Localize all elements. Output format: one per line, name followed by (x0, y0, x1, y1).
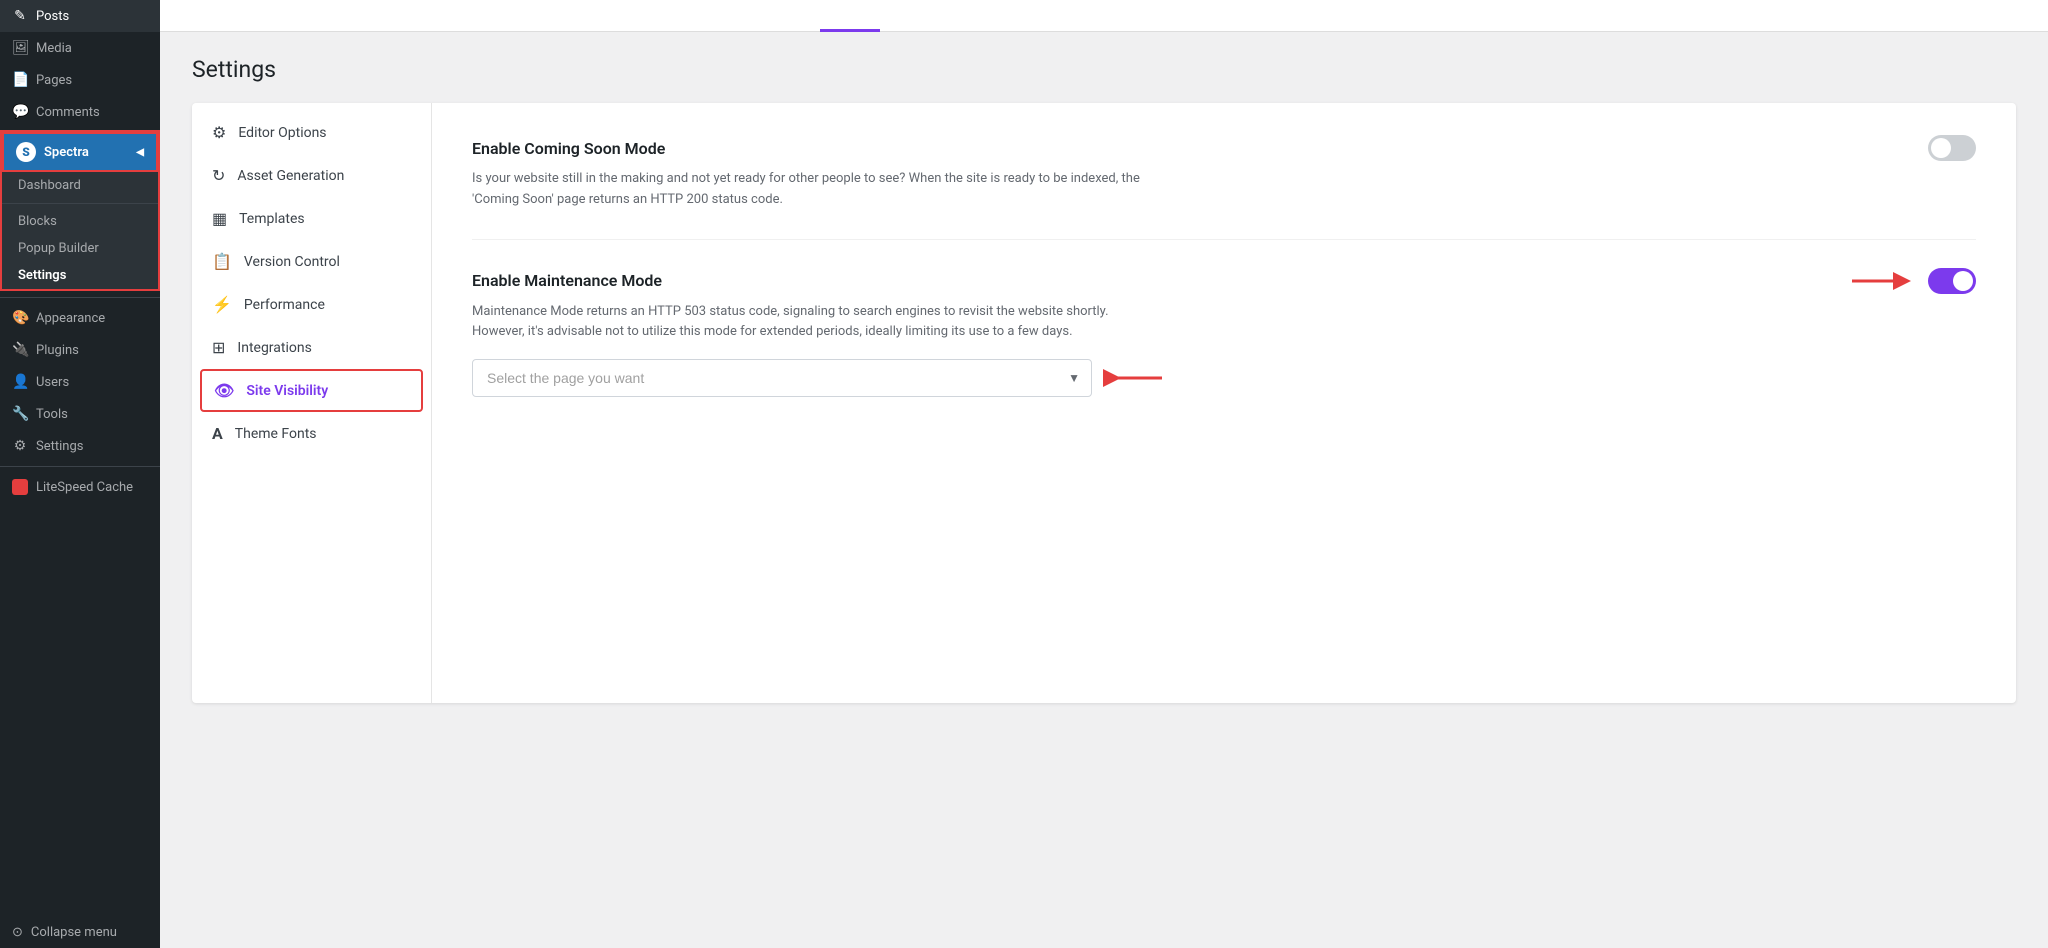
maintenance-mode-toggle[interactable] (1928, 268, 1976, 294)
version-control-icon: 📋 (212, 252, 232, 271)
content-area: Settings ⚙ Editor Options ↻ Asset Genera… (160, 32, 2048, 948)
templates-icon: ▦ (212, 209, 227, 228)
litespeed-icon (12, 479, 28, 495)
nav-item-version-control[interactable]: 📋 Version Control (192, 240, 431, 283)
maintenance-mode-slider (1928, 268, 1976, 294)
sidebar-item-plugins[interactable]: 🔌 Plugins (0, 334, 160, 366)
tools-icon: 🔧 (12, 406, 28, 422)
settings-content: Enable Coming Soon Mode Is your website … (432, 103, 2016, 703)
comments-icon: 💬 (12, 104, 28, 120)
coming-soon-slider (1928, 135, 1976, 161)
settings-panel: ⚙ Editor Options ↻ Asset Generation ▦ Te… (192, 103, 2016, 703)
sidebar-item-dashboard[interactable]: Dashboard (2, 172, 158, 199)
maintenance-mode-header: Enable Maintenance Mode (472, 268, 1976, 294)
settings-icon: ⚙ (12, 438, 28, 454)
editor-options-icon: ⚙ (212, 123, 226, 142)
coming-soon-row: Enable Coming Soon Mode Is your website … (472, 135, 1976, 240)
coming-soon-title: Enable Coming Soon Mode (472, 139, 665, 158)
collapse-menu-button[interactable]: ⊙ Collapse menu (0, 917, 160, 948)
page-select[interactable]: Select the page you want (472, 359, 1092, 397)
nav-item-performance[interactable]: ⚡ Performance (192, 283, 431, 326)
integrations-icon: ⊞ (212, 338, 225, 357)
pages-icon: 📄 (12, 72, 28, 88)
sidebar-item-tools[interactable]: 🔧 Tools (0, 398, 160, 430)
page-select-wrapper: Select the page you want ▼ (472, 359, 1092, 397)
arrow-right-icon (1852, 269, 1912, 293)
coming-soon-header: Enable Coming Soon Mode (472, 135, 1976, 161)
nav-item-editor-options[interactable]: ⚙ Editor Options (192, 111, 431, 154)
sidebar: ✎ Posts 🖼 Media 📄 Pages 💬 Comments S Spe… (0, 0, 160, 948)
sidebar-item-users[interactable]: 👤 Users (0, 366, 160, 398)
sidebar-item-litespeed[interactable]: LiteSpeed Cache (0, 471, 160, 503)
nav-item-integrations[interactable]: ⊞ Integrations (192, 326, 431, 369)
nav-item-templates[interactable]: ▦ Templates (192, 197, 431, 240)
asset-generation-icon: ↻ (212, 166, 225, 185)
coming-soon-desc: Is your website still in the making and … (472, 169, 1152, 211)
sidebar-item-media[interactable]: 🖼 Media (0, 32, 160, 64)
spectra-logo: S (16, 142, 36, 162)
maintenance-mode-desc: Maintenance Mode returns an HTTP 503 sta… (472, 302, 1152, 344)
main-content: Settings ⚙ Editor Options ↻ Asset Genera… (160, 0, 2048, 948)
collapse-icon: ⊙ (12, 925, 23, 940)
posts-icon: ✎ (12, 8, 28, 24)
sidebar-item-popup-builder[interactable]: Popup Builder (2, 235, 158, 262)
nav-item-theme-fonts[interactable]: A Theme Fonts (192, 412, 431, 455)
plugins-icon: 🔌 (12, 342, 28, 358)
media-icon: 🖼 (12, 40, 28, 56)
sidebar-item-settings[interactable]: Settings (2, 262, 158, 289)
appearance-icon: 🎨 (12, 310, 28, 326)
sidebar-item-spectra[interactable]: S Spectra ◀ (2, 132, 158, 172)
maintenance-mode-title: Enable Maintenance Mode (472, 271, 662, 290)
page-title: Settings (192, 56, 2016, 83)
spectra-submenu: Dashboard Blocks Popup Builder Settings (2, 172, 158, 289)
sidebar-item-settings-wp[interactable]: ⚙ Settings (0, 430, 160, 462)
users-icon: 👤 (12, 374, 28, 390)
performance-icon: ⚡ (212, 295, 232, 314)
sidebar-item-pages[interactable]: 📄 Pages (0, 64, 160, 96)
nav-item-asset-generation[interactable]: ↻ Asset Generation (192, 154, 431, 197)
sidebar-item-posts[interactable]: ✎ Posts (0, 0, 160, 32)
site-visibility-icon: 👁 (214, 381, 234, 400)
nav-item-site-visibility[interactable]: 👁 Site Visibility (200, 369, 423, 412)
theme-fonts-icon: A (212, 424, 223, 443)
coming-soon-toggle[interactable] (1928, 135, 1976, 161)
top-bar (160, 0, 2048, 32)
settings-nav: ⚙ Editor Options ↻ Asset Generation ▦ Te… (192, 103, 432, 703)
sidebar-item-comments[interactable]: 💬 Comments (0, 96, 160, 128)
chevron-icon: ◀ (136, 147, 144, 158)
maintenance-mode-row: Enable Maintenance Mode (472, 268, 1976, 426)
sidebar-item-appearance[interactable]: 🎨 Appearance (0, 302, 160, 334)
sidebar-item-blocks[interactable]: Blocks (2, 208, 158, 235)
arrow-left-icon (1102, 366, 1172, 390)
